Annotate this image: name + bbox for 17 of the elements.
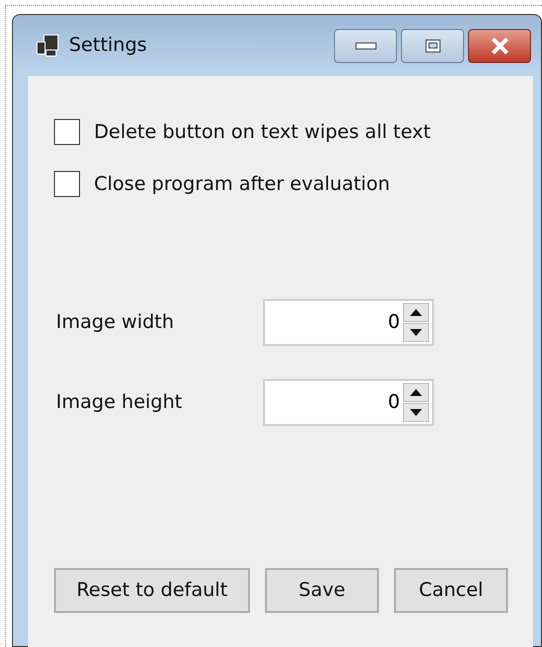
- dialog-button[interactable]: Cancel: [394, 568, 508, 613]
- field-label: Image width: [55, 310, 175, 335]
- app-icon: [35, 32, 61, 58]
- minimize-button[interactable]: [334, 28, 397, 62]
- dialog-button[interactable]: Save: [265, 568, 379, 613]
- checkbox-label: Close program after evaluation: [94, 172, 390, 197]
- maximize-icon: [424, 38, 440, 52]
- maximize-button[interactable]: [401, 28, 464, 62]
- minimize-icon: [354, 42, 376, 50]
- close-icon: [488, 36, 510, 54]
- checkbox[interactable]: [54, 171, 80, 197]
- close-button[interactable]: [468, 28, 531, 62]
- dialog-button[interactable]: Reset to default: [54, 568, 250, 613]
- window-title: Settings: [69, 33, 147, 58]
- checkbox-label: Delete button on text wipes all text: [94, 120, 431, 145]
- field-label: Image height: [55, 390, 184, 415]
- checkbox[interactable]: [54, 119, 80, 145]
